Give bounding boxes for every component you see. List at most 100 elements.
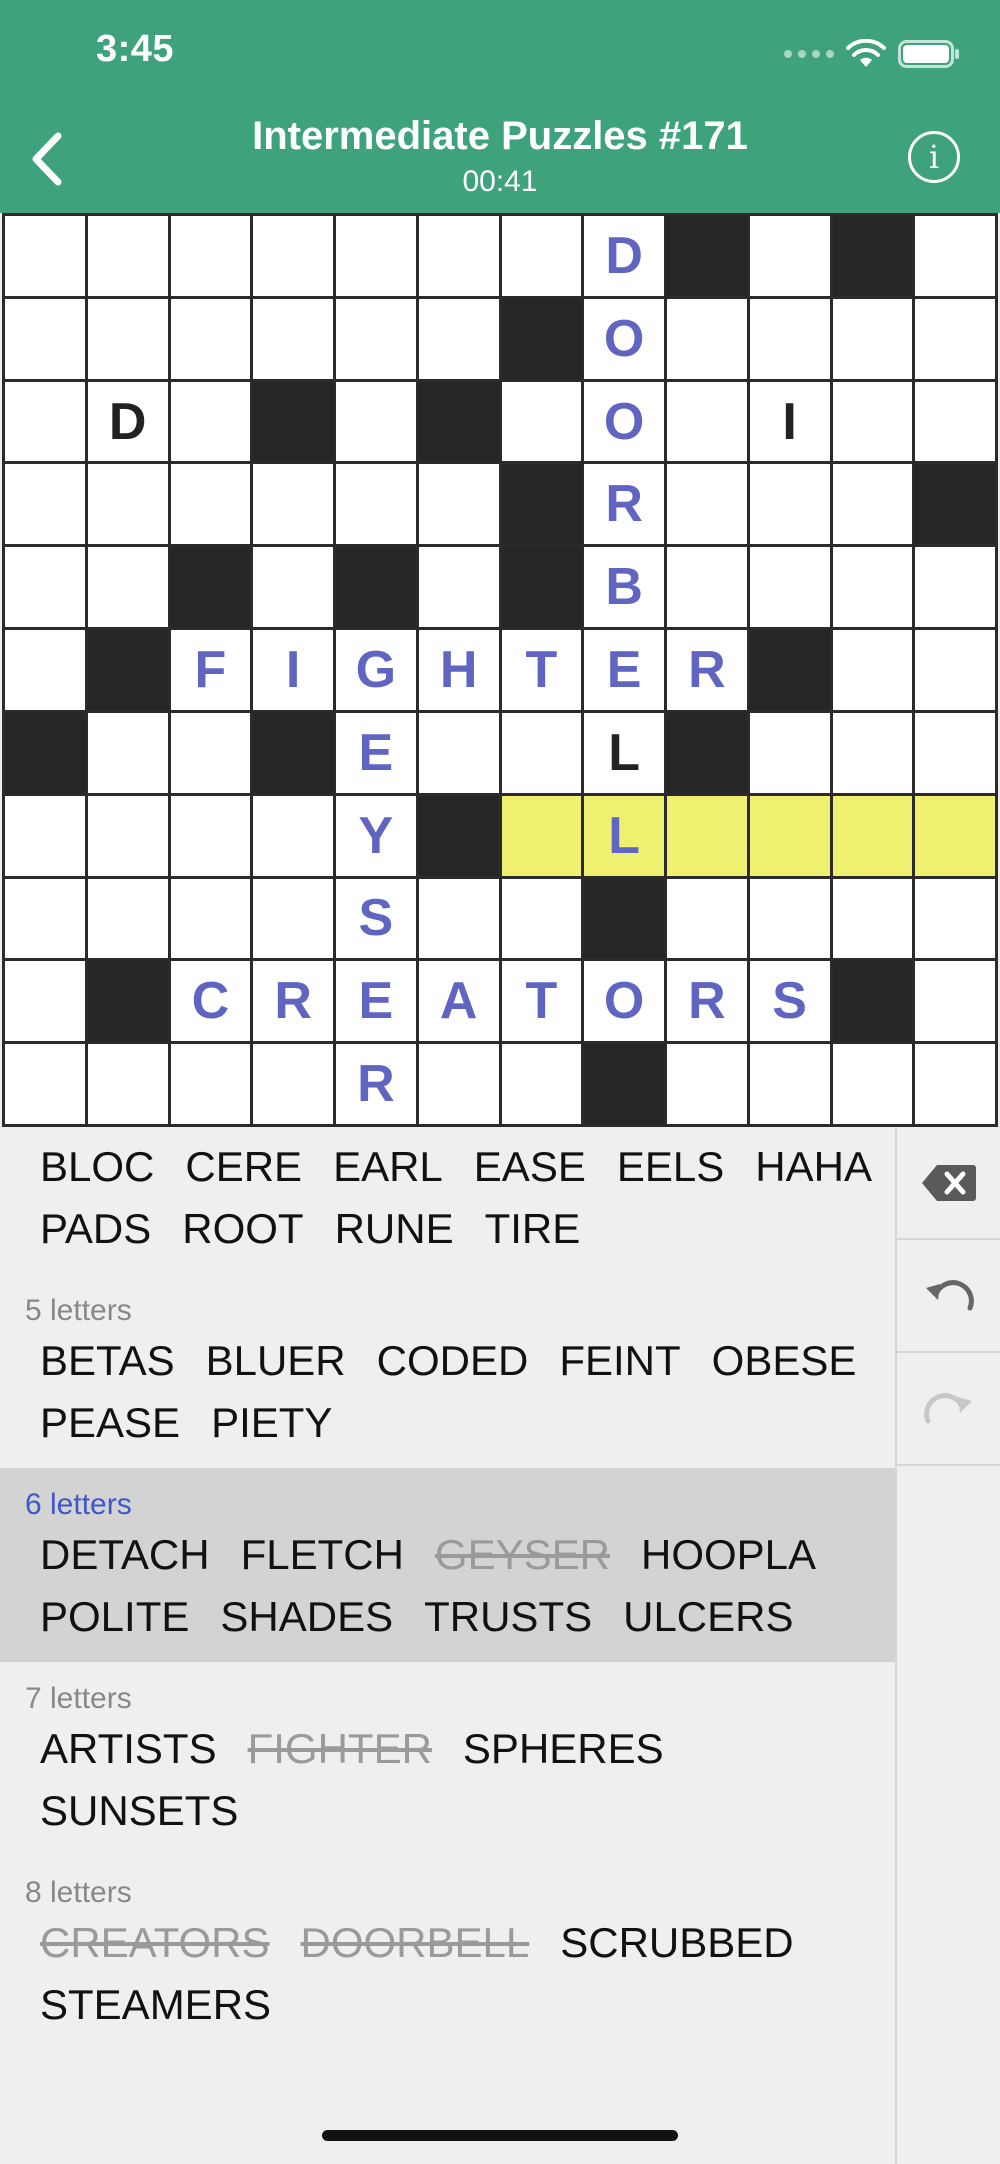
grid-cell[interactable]: O xyxy=(584,381,664,462)
grid-cell[interactable] xyxy=(749,464,830,545)
grid-cell[interactable] xyxy=(5,961,85,1042)
grid-cell[interactable]: F xyxy=(170,630,251,710)
word-item[interactable]: FEINT xyxy=(559,1330,680,1392)
grid-cell[interactable] xyxy=(749,1044,830,1124)
word-item[interactable]: SPHERES xyxy=(463,1718,664,1780)
grid-cell[interactable] xyxy=(667,464,747,545)
word-item-placed[interactable]: FIGHTER xyxy=(248,1718,432,1780)
grid-cell[interactable] xyxy=(915,961,995,1042)
grid-cell[interactable] xyxy=(501,216,582,296)
word-item[interactable]: RUNE xyxy=(335,1198,454,1260)
crossword-grid[interactable]: DODOIRBFIGHTERELYLSCREATORSR xyxy=(2,213,998,1127)
grid-cell[interactable] xyxy=(915,216,995,296)
grid-cell[interactable] xyxy=(832,630,913,710)
grid-cell[interactable] xyxy=(749,547,830,628)
grid-cell[interactable] xyxy=(5,216,85,296)
grid-cell[interactable] xyxy=(915,298,995,379)
grid-cell[interactable] xyxy=(832,298,913,379)
word-item-placed[interactable]: CREATORS xyxy=(40,1912,269,1974)
grid-cell[interactable] xyxy=(667,878,747,959)
word-item[interactable]: SUNSETS xyxy=(40,1780,238,1842)
grid-cell[interactable] xyxy=(170,795,251,876)
grid-cell[interactable] xyxy=(915,795,995,876)
word-item[interactable]: FLETCH xyxy=(241,1524,404,1586)
grid-cell[interactable] xyxy=(5,878,85,959)
grid-cell[interactable] xyxy=(336,464,416,545)
grid-cell[interactable] xyxy=(832,464,913,545)
grid-cell[interactable] xyxy=(253,1044,333,1124)
grid-cell[interactable]: B xyxy=(584,547,664,628)
backspace-button[interactable] xyxy=(897,1127,1000,1240)
grid-cell[interactable] xyxy=(170,381,251,462)
grid-cell[interactable] xyxy=(418,1044,499,1124)
grid-cell[interactable]: O xyxy=(584,961,664,1042)
grid-cell[interactable] xyxy=(5,630,85,710)
grid-cell[interactable] xyxy=(170,1044,251,1124)
grid-cell[interactable]: R xyxy=(336,1044,416,1124)
word-item[interactable]: EARL xyxy=(333,1136,443,1198)
grid-cell[interactable]: E xyxy=(336,961,416,1042)
grid-cell[interactable] xyxy=(749,712,830,793)
grid-cell[interactable]: T xyxy=(501,961,582,1042)
grid-cell[interactable] xyxy=(336,381,416,462)
grid-cell[interactable]: E xyxy=(584,630,664,710)
grid-cell[interactable] xyxy=(5,298,85,379)
grid-cell[interactable] xyxy=(87,1044,168,1124)
grid-cell[interactable] xyxy=(915,381,995,462)
word-item[interactable]: BLOC xyxy=(40,1136,154,1198)
grid-cell[interactable] xyxy=(170,712,251,793)
grid-cell[interactable] xyxy=(253,795,333,876)
grid-cell[interactable] xyxy=(749,795,830,876)
grid-cell[interactable] xyxy=(5,381,85,462)
word-item-placed[interactable]: DOORBELL xyxy=(300,1912,529,1974)
word-item[interactable]: SHADES xyxy=(220,1586,393,1648)
grid-cell[interactable] xyxy=(832,381,913,462)
grid-cell[interactable]: R xyxy=(667,630,747,710)
grid-cell[interactable] xyxy=(5,1044,85,1124)
grid-cell[interactable]: Y xyxy=(336,795,416,876)
grid-cell[interactable]: L xyxy=(584,712,664,793)
word-item[interactable]: STEAMERS xyxy=(40,1974,271,2036)
word-item[interactable]: TRUSTS xyxy=(424,1586,592,1648)
grid-cell[interactable] xyxy=(667,381,747,462)
grid-cell[interactable] xyxy=(749,878,830,959)
grid-cell[interactable] xyxy=(87,216,168,296)
grid-cell[interactable]: E xyxy=(336,712,416,793)
grid-cell[interactable]: R xyxy=(667,961,747,1042)
grid-cell[interactable]: O xyxy=(584,298,664,379)
grid-cell[interactable] xyxy=(749,216,830,296)
word-item[interactable]: PEASE xyxy=(40,1392,180,1454)
grid-cell[interactable] xyxy=(749,298,830,379)
grid-cell[interactable] xyxy=(253,298,333,379)
grid-cell[interactable] xyxy=(170,298,251,379)
grid-cell[interactable] xyxy=(170,464,251,545)
grid-cell[interactable]: I xyxy=(749,381,830,462)
grid-cell[interactable] xyxy=(418,464,499,545)
grid-cell[interactable] xyxy=(418,216,499,296)
grid-cell[interactable]: S xyxy=(749,961,830,1042)
grid-cell[interactable] xyxy=(87,795,168,876)
grid-cell[interactable] xyxy=(5,795,85,876)
grid-cell[interactable] xyxy=(253,464,333,545)
word-item[interactable]: BETAS xyxy=(40,1330,175,1392)
word-list[interactable]: 4 lettersBLOC CERE EARL EASE EELS HAHA PADS ROO… xyxy=(0,1127,895,2164)
grid-cell[interactable] xyxy=(336,298,416,379)
word-item[interactable]: EELS xyxy=(617,1136,724,1198)
grid-cell[interactable] xyxy=(87,464,168,545)
grid-cell[interactable]: S xyxy=(336,878,416,959)
grid-cell[interactable] xyxy=(915,878,995,959)
word-item[interactable]: SCRUBBED xyxy=(560,1912,793,1974)
grid-cell[interactable]: D xyxy=(87,381,168,462)
grid-cell[interactable] xyxy=(418,547,499,628)
grid-cell[interactable] xyxy=(915,630,995,710)
grid-cell[interactable]: G xyxy=(336,630,416,710)
word-item[interactable]: CERE xyxy=(185,1136,302,1198)
grid-cell[interactable] xyxy=(667,298,747,379)
grid-cell[interactable] xyxy=(832,547,913,628)
word-item[interactable]: ROOT xyxy=(182,1198,303,1260)
grid-cell[interactable]: I xyxy=(253,630,333,710)
grid-cell[interactable] xyxy=(667,795,747,876)
grid-cell[interactable] xyxy=(170,878,251,959)
grid-cell[interactable] xyxy=(501,381,582,462)
word-item[interactable]: CODED xyxy=(377,1330,529,1392)
